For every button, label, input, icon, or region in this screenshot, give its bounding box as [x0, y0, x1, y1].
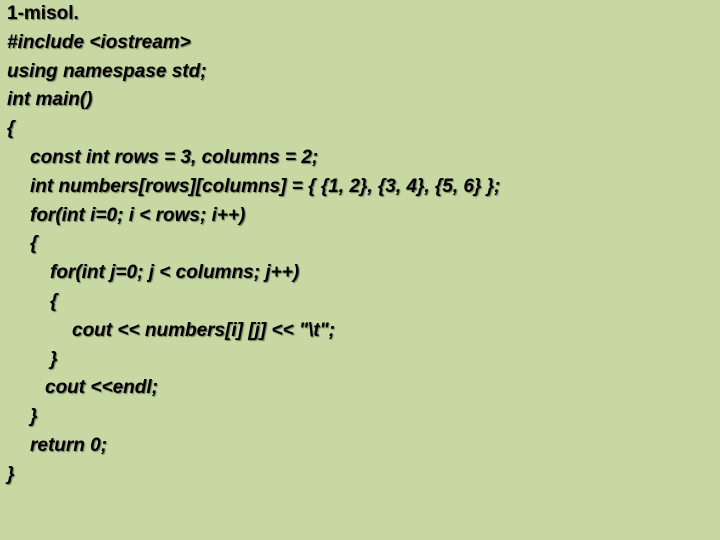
- code-line-cout: cout << numbers[i] [j] << "\t";: [72, 319, 335, 341]
- code-line-endl: cout <<endl;: [45, 377, 158, 399]
- code-line-open-brace: {: [7, 118, 15, 140]
- code-line-close-brace: }: [7, 463, 15, 485]
- code-line-outer-close: }: [30, 406, 38, 428]
- code-line-const: const int rows = 3, columns = 2;: [30, 146, 319, 168]
- code-line-inner-open: {: [50, 290, 58, 312]
- code-line-outer-open: {: [30, 233, 38, 255]
- code-line-inner-for: for(int j=0; j < columns; j++): [50, 262, 300, 284]
- code-line-inner-close: }: [50, 348, 58, 370]
- code-line-return: return 0;: [30, 434, 108, 456]
- code-line-include: #include <iostream>: [7, 31, 191, 53]
- code-line-outer-for: for(int i=0; i < rows; i++): [30, 204, 246, 226]
- code-line-namespace: using namespase std;: [7, 60, 207, 82]
- code-line-main: int main(): [7, 89, 93, 111]
- slide-title: 1-misol.: [7, 3, 79, 24]
- code-line-array: int numbers[rows][columns] = { {1, 2}, {…: [30, 175, 501, 197]
- code-block: 1-misol. #include <iostream> using names…: [7, 0, 500, 490]
- slide: 1-misol. #include <iostream> using names…: [0, 0, 720, 540]
